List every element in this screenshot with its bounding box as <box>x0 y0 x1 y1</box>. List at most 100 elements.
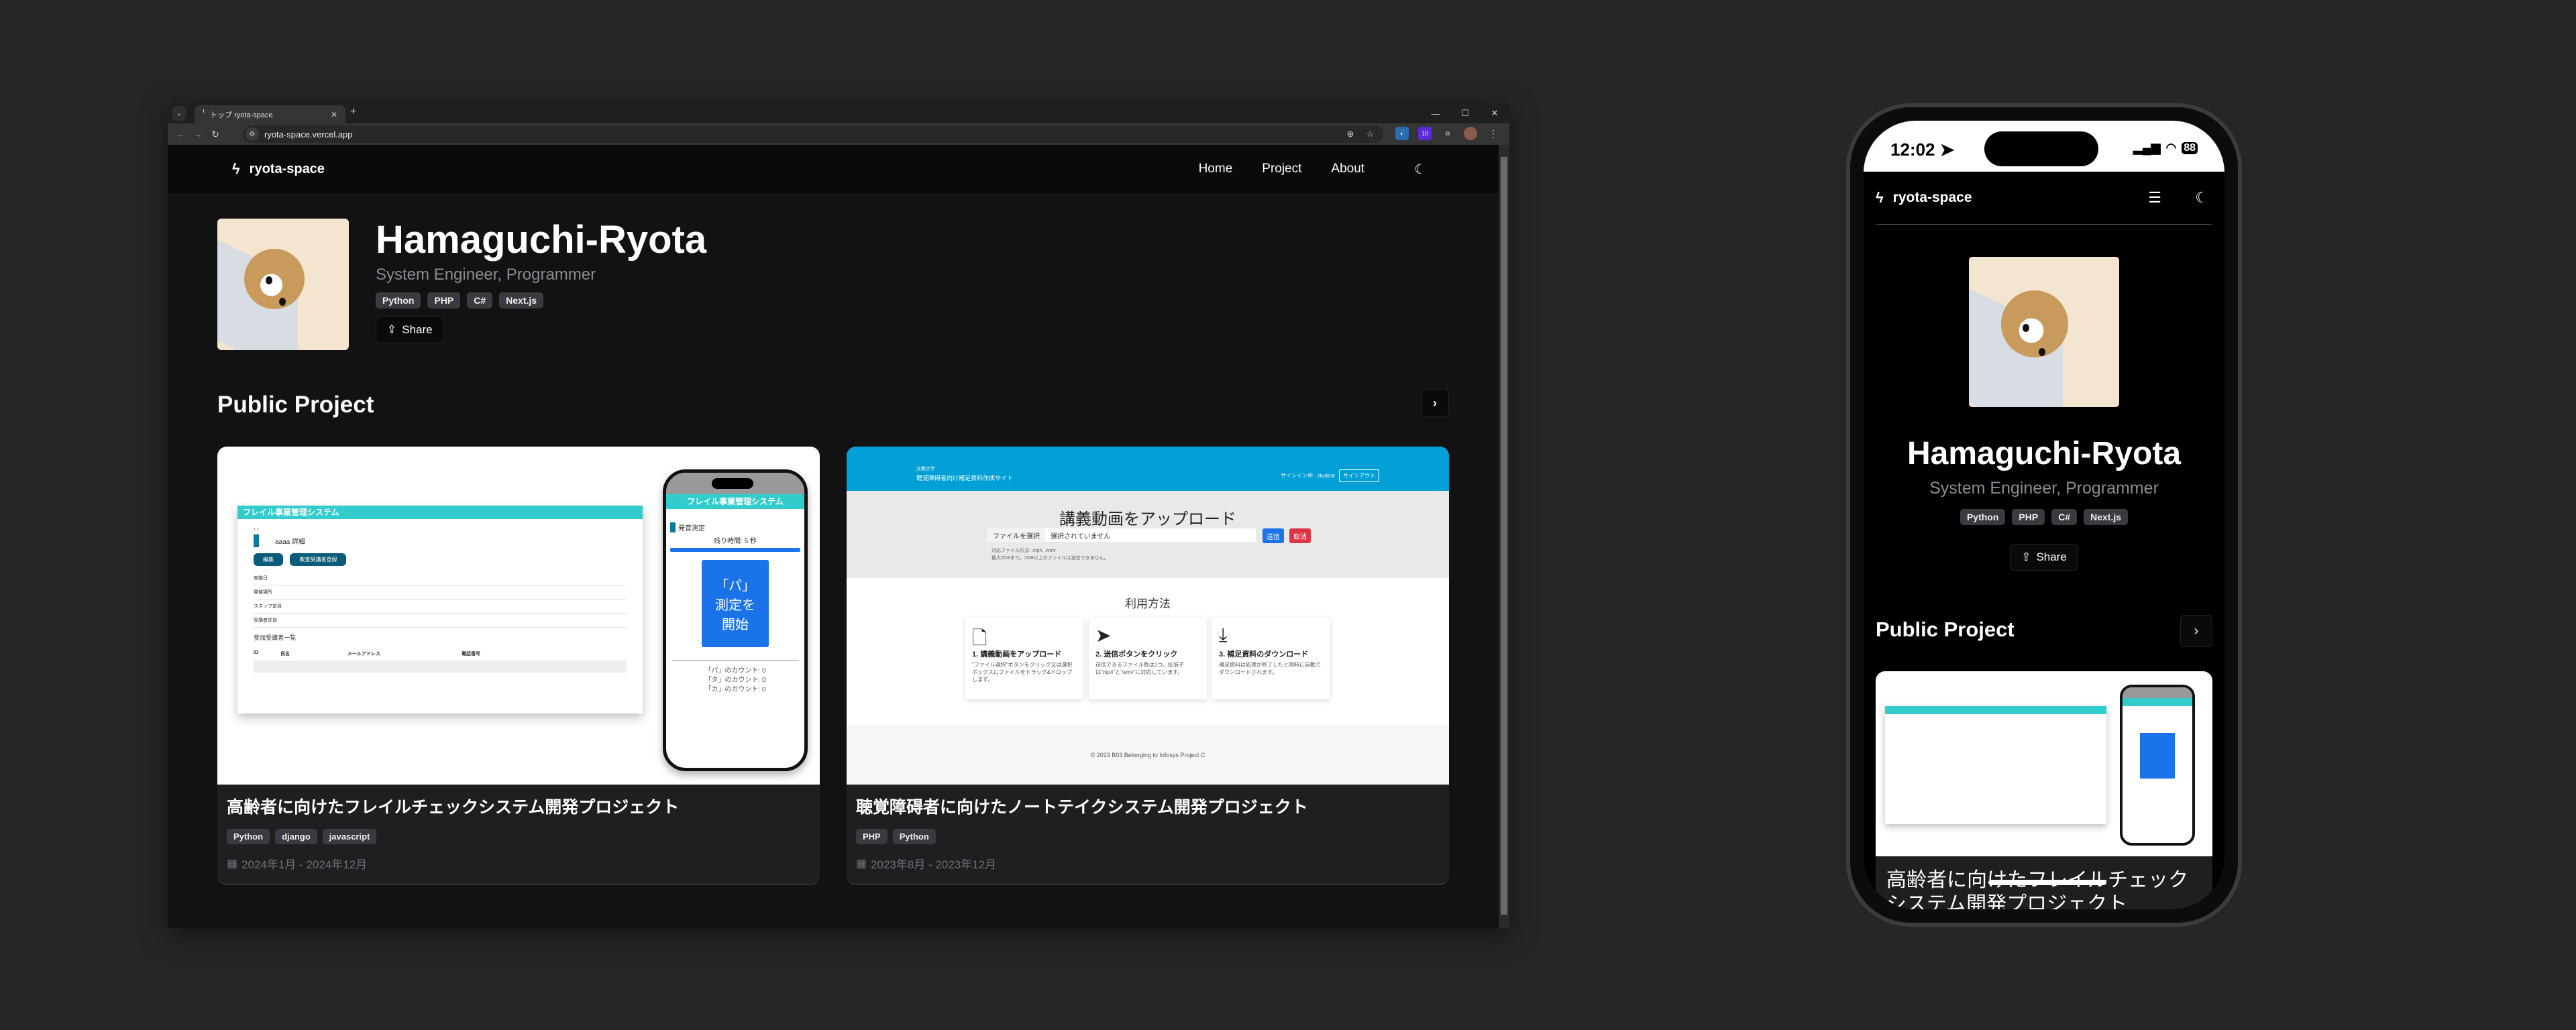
mock-site-title: 聴覚障碍者向け補足資料作成サイト <box>916 475 1014 481</box>
close-window-button[interactable]: ✕ <box>1480 103 1509 123</box>
mock-step: 🗋 1. 講義動画をアップロード "ファイル選択"ボタンをクリック又は選択ボック… <box>965 618 1083 699</box>
mobile-site-header: ϟ ryota-space ☰ ☾ <box>1876 172 2212 225</box>
mock-row: 開催場所 <box>254 585 627 599</box>
mock-signed-in: サインイン中 : student <box>1281 473 1335 479</box>
logo-icon: ϟ <box>232 160 240 177</box>
nav-project[interactable]: Project <box>1262 162 1301 176</box>
mock-row: スタッフ定員 <box>254 599 627 614</box>
mock-upload-section: 講義動画をアップロード ファイルを選択 選択されていません 送信 取消 対応ファ… <box>847 491 1449 578</box>
tab-search-button[interactable]: ⌄ <box>172 106 186 121</box>
zoom-icon[interactable]: ⊕ <box>1346 129 1354 139</box>
project-tag: django <box>275 829 317 844</box>
browser-tab[interactable]: ꜝ トップ ryota-space ✕ <box>195 105 345 123</box>
brand-name: ryota-space <box>249 161 325 176</box>
skill-tag: Next.js <box>499 292 544 308</box>
mock-row: 受講者定員 <box>254 614 627 628</box>
project-title[interactable]: 聴覚障碍者に向けたノートテイクシステム開発プロジェクト <box>856 794 1440 818</box>
extension-icon[interactable]: ◐ <box>1395 127 1409 140</box>
mock-site-header: 文教大学 聴覚障碍者向け補足資料作成サイト サインイン中 : student サ… <box>847 447 1449 491</box>
share-icon: ⇪ <box>2021 551 2031 563</box>
mock-breadcrumb: › › <box>254 526 259 532</box>
url-text: ryota-space.vercel.app <box>264 129 353 139</box>
mock-howto-heading: 利用方法 <box>1125 597 1171 610</box>
nav-about[interactable]: About <box>1331 162 1364 176</box>
calendar-icon: ▦ <box>856 856 867 870</box>
next-projects-button[interactable]: › <box>2180 615 2212 647</box>
project-card[interactable]: 文教大学 聴覚障碍者向け補足資料作成サイト サインイン中 : student サ… <box>847 447 1449 885</box>
site-info-icon[interactable]: ⚙ <box>246 127 259 141</box>
share-button[interactable]: ⇪ Share <box>2010 544 2078 571</box>
logo-icon: ϟ <box>1876 189 1884 206</box>
brand-name: ryota-space <box>1892 190 1972 205</box>
share-button[interactable]: ⇪ Share <box>376 317 444 343</box>
mock-phone-heading: 発音測定 <box>670 522 800 532</box>
share-icon: ⇪ <box>387 323 397 336</box>
address-bar[interactable]: ⚙ ryota-space.vercel.app ⊕ ☆ <box>243 125 1383 143</box>
site-logo[interactable]: ϟ ryota-space <box>232 160 325 178</box>
mock-progress-bar <box>670 548 800 552</box>
profile-name: Hamaguchi-Ryota <box>376 218 707 262</box>
signal-icon: ▂▄▆ <box>2133 141 2161 154</box>
project-thumbnail: 文教大学 聴覚障碍者向け補足資料作成サイト サインイン中 : student サ… <box>847 447 1449 785</box>
close-tab-icon[interactable]: ✕ <box>331 110 337 119</box>
back-button[interactable]: ← <box>172 125 189 143</box>
extension-badge-icon[interactable]: 10 <box>1418 127 1432 140</box>
nav-home[interactable]: Home <box>1199 162 1233 176</box>
skill-tag: C# <box>2051 509 2078 525</box>
file-mp4-icon: 🗋 <box>972 628 987 648</box>
status-bar: 12:02 ➤ ▂▄▆ ◠ 88 <box>1864 121 2224 172</box>
share-label: Share <box>402 323 433 336</box>
profile-avatar-cat <box>1969 257 2119 407</box>
phone-screen: 12:02 ➤ ▂▄▆ ◠ 88 ϟ ryota-space ☰ ☾ Hamag… <box>1864 121 2224 909</box>
mock-steps: 🗋 1. 講義動画をアップロード "ファイル選択"ボタンをクリック又は選択ボック… <box>847 618 1449 699</box>
mock-register-button: 教室受講者登録 <box>290 553 347 566</box>
profile-avatar-cat <box>217 219 349 350</box>
maximize-button[interactable]: ☐ <box>1450 103 1480 123</box>
menu-kebab-icon[interactable]: ⋮ <box>1487 127 1500 140</box>
project-cards: フレイル事業管理システム › › aaaa 詳細 編集 教室受講者登録 実施日 … <box>217 447 1449 885</box>
hamburger-menu-icon[interactable]: ☰ <box>2148 189 2161 207</box>
section-title: Public Project <box>1876 618 2015 641</box>
site-favicon-icon: ꜝ <box>203 110 205 119</box>
mock-phone-title: フレイル事業管理システム <box>666 494 804 509</box>
section-title: Public Project <box>217 392 374 418</box>
mock-footer: © 2023 B03 Belonging to Infosys Project … <box>847 726 1449 785</box>
mock-phone-screen: フレイル事業管理システム 発音測定 残り時間: 5 秒 「パ」 測定を 開始 「… <box>663 469 808 771</box>
new-tab-button[interactable]: + <box>350 106 356 118</box>
skill-tag: Python <box>1960 509 2006 525</box>
project-period: 2024年1月 - 2024年12月 <box>241 858 368 871</box>
skill-tags: Python PHP C# Next.js <box>376 292 706 308</box>
site-logo[interactable]: ϟ ryota-space <box>1876 189 1972 207</box>
mock-detail-heading: aaaa 詳細 <box>254 534 643 547</box>
profile-subtitle: System Engineer, Programmer <box>376 266 596 284</box>
paper-plane-icon: ➤ <box>1095 625 1112 646</box>
mock-row: 実施日 <box>254 571 627 585</box>
forward-button[interactable]: → <box>189 125 207 143</box>
extensions-puzzle-icon[interactable]: ⧉ <box>1441 127 1454 140</box>
project-title[interactable]: 高齢者に向けたフレイルチェックシステム開発プロジェクト <box>227 794 810 818</box>
mock-note: 対応ファイル形式: .mp4, .wmv <box>991 549 1056 553</box>
reload-button[interactable]: ↻ <box>207 125 224 143</box>
project-period: 2023年8月 - 2023年12月 <box>871 858 997 871</box>
theme-toggle-moon-icon[interactable]: ☾ <box>2195 189 2208 207</box>
battery-indicator: 88 <box>2182 141 2198 154</box>
vertical-scrollbar[interactable] <box>1499 145 1509 928</box>
bookmark-star-icon[interactable]: ☆ <box>1366 129 1374 139</box>
skill-tag: Python <box>376 292 421 308</box>
theme-toggle-moon-icon[interactable]: ☾ <box>1414 161 1426 178</box>
mock-edit-button: 編集 <box>254 553 283 566</box>
tab-title: トップ ryota-space <box>210 111 273 119</box>
mock-note: 最大2GBまで。2GB以上のファイルは送信できません。 <box>991 556 1109 561</box>
next-projects-button[interactable]: › <box>1421 389 1449 417</box>
project-card[interactable]: フレイル事業管理システム › › aaaa 詳細 編集 教室受講者登録 実施日 … <box>217 447 820 885</box>
skill-tag: PHP <box>427 292 461 308</box>
home-indicator[interactable] <box>1988 880 2106 885</box>
mock-submit-button: 送信 <box>1263 528 1284 543</box>
project-tag: javascript <box>322 829 377 844</box>
minimize-button[interactable]: — <box>1421 103 1450 123</box>
project-card[interactable]: 高齢者に向けたフレイルチェックシステム開発プロジェクト <box>1876 671 2212 909</box>
profile-avatar[interactable] <box>1464 127 1477 140</box>
profile-hero: Hamaguchi-Ryota System Engineer, Program… <box>217 219 706 350</box>
project-tag: Python <box>892 829 936 844</box>
download-icon: ⤓ <box>1219 624 1228 645</box>
